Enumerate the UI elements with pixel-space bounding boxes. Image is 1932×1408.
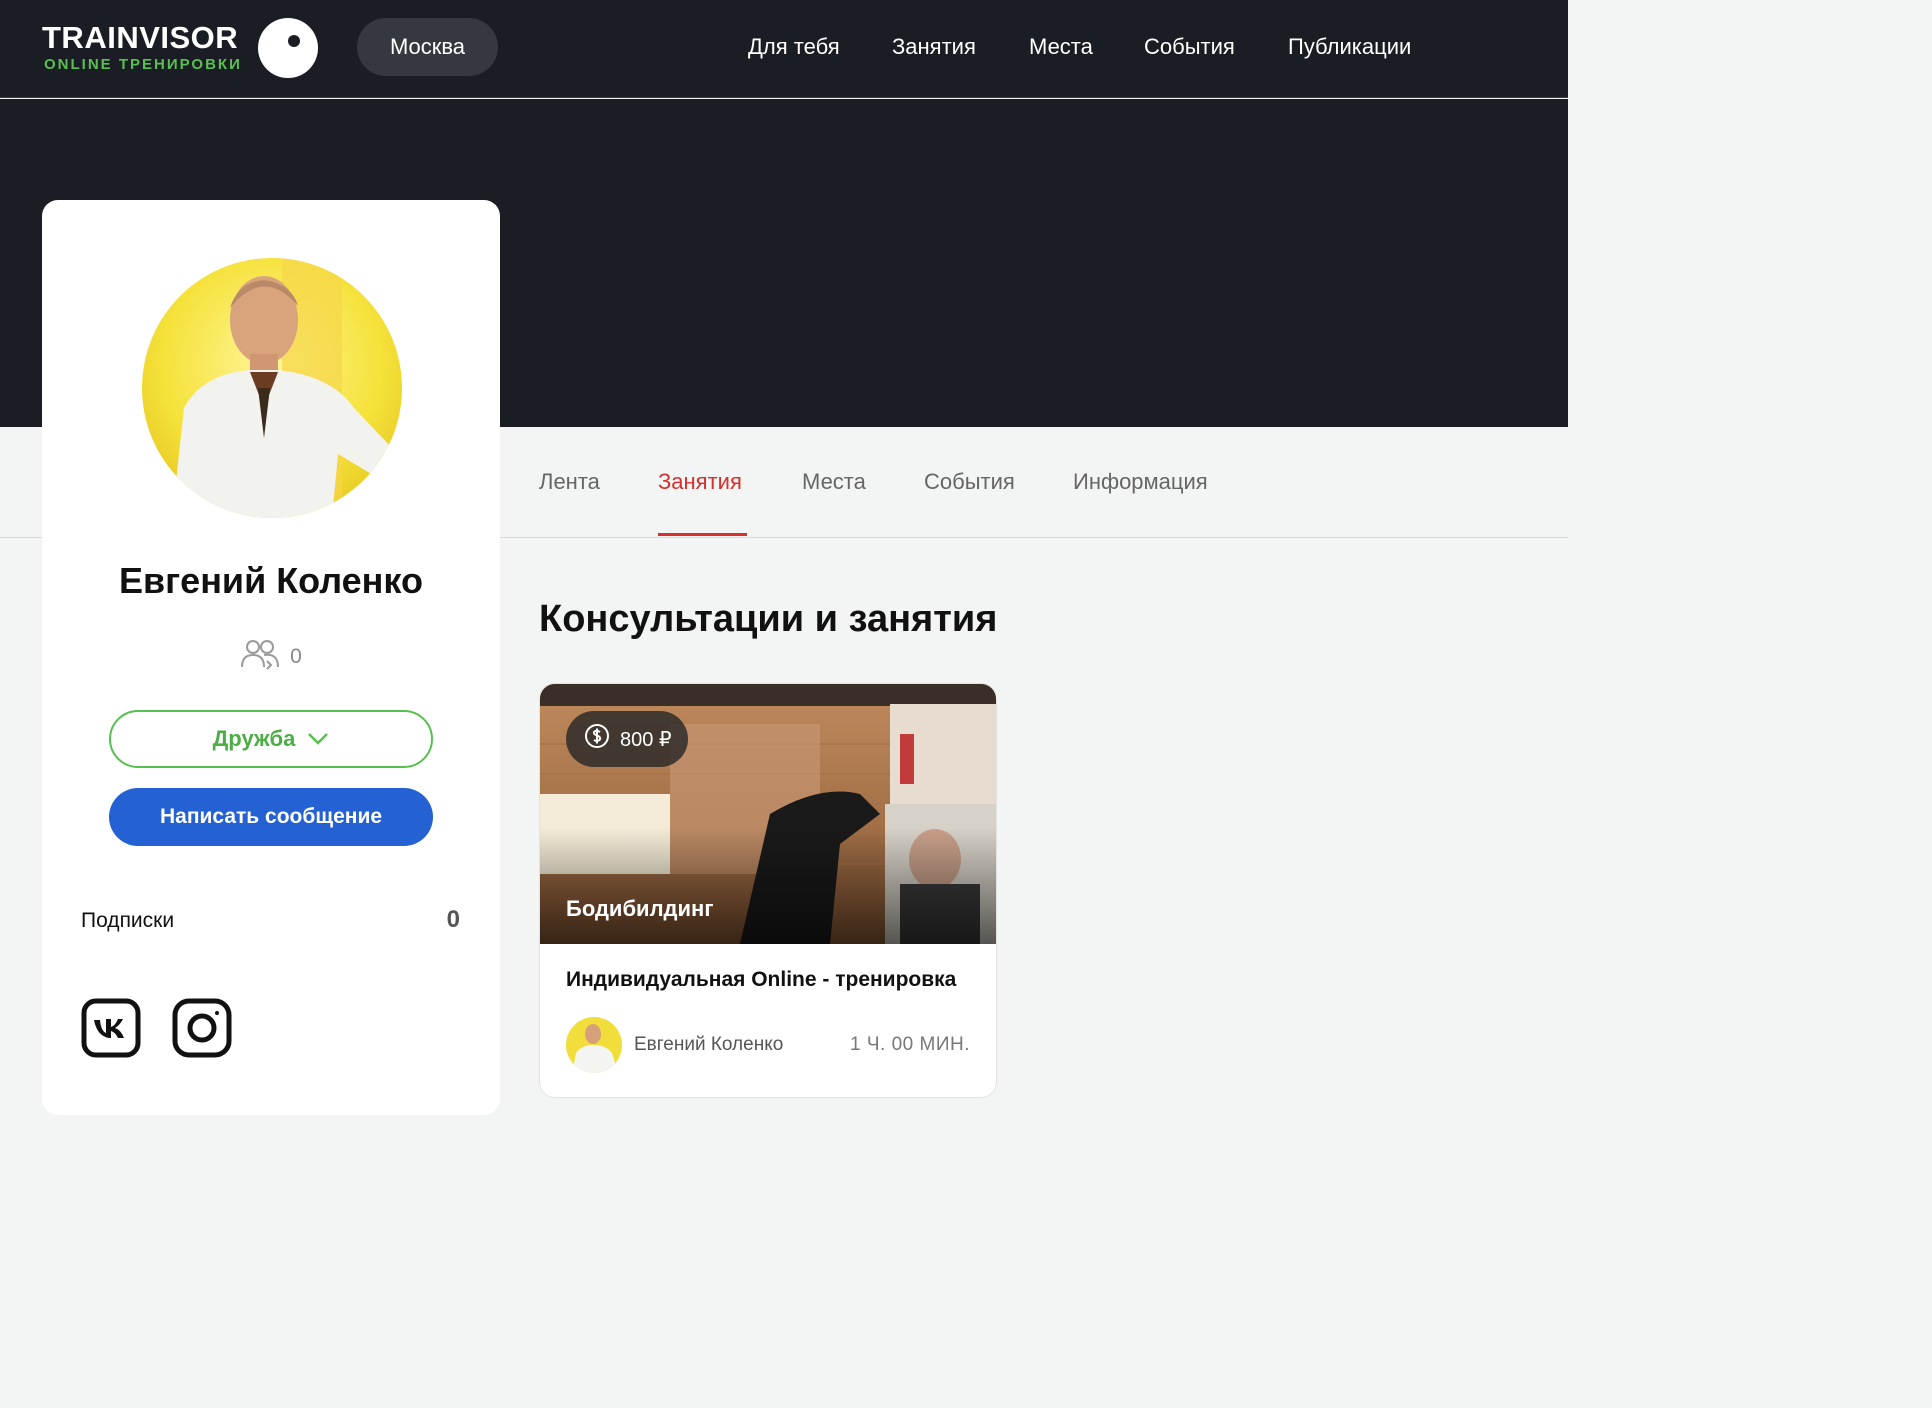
logo-title: TRAINVISOR xyxy=(42,20,239,55)
send-message-button[interactable]: Написать сообщение xyxy=(109,788,433,846)
active-tab-indicator xyxy=(658,533,747,536)
friendship-button-label: Дружба xyxy=(212,726,296,751)
nav-events[interactable]: События xyxy=(1144,34,1235,60)
instagram-icon[interactable] xyxy=(172,998,232,1058)
profile-name: Евгений Коленко xyxy=(119,560,423,601)
profile-card: Евгений Коленко 0 Дружба Написать сообще… xyxy=(42,200,500,1115)
nav-places[interactable]: Места xyxy=(1029,34,1093,60)
friends-counter[interactable]: 0 xyxy=(42,638,500,676)
profile-avatar xyxy=(142,258,402,518)
trainer-avatar xyxy=(566,1017,622,1073)
logo-subtitle: ONLINE ТРЕНИРОВКИ xyxy=(44,56,242,73)
class-card[interactable]: 800 ₽ Бодибилдинг Индивидуальная Online … xyxy=(539,683,997,1098)
subscriptions-label: Подписки xyxy=(81,909,175,932)
price-value: 800 ₽ xyxy=(620,728,672,751)
logo-eye-icon xyxy=(258,18,318,78)
section-title: Консультации и занятия xyxy=(539,598,998,640)
nav-for-you[interactable]: Для тебя xyxy=(748,34,840,60)
friends-icon xyxy=(240,638,280,676)
class-title[interactable]: Индивидуальная Online - тренировка xyxy=(566,968,956,992)
trainvisor-logo[interactable]: TRAINVISOR ONLINE ТРЕНИРОВКИ xyxy=(42,18,322,80)
chevron-down-icon xyxy=(307,726,329,752)
tab-feed[interactable]: Лента xyxy=(539,469,600,495)
tab-places[interactable]: Места xyxy=(802,469,866,495)
friendship-dropdown-button[interactable]: Дружба xyxy=(109,710,433,768)
vk-icon[interactable] xyxy=(81,998,141,1058)
sport-category-label: Бодибилдинг xyxy=(566,896,714,921)
dollar-circle-icon xyxy=(584,723,610,755)
tab-information[interactable]: Информация xyxy=(1073,469,1208,495)
class-duration: 1 Ч. 00 МИН. xyxy=(850,1034,970,1055)
tab-events[interactable]: События xyxy=(924,469,1015,495)
tab-classes[interactable]: Занятия xyxy=(658,469,742,495)
nav-publications[interactable]: Публикации xyxy=(1288,34,1411,60)
trainer-name[interactable]: Евгений Коленко xyxy=(634,1034,783,1056)
top-navigation-bar: TRAINVISOR ONLINE ТРЕНИРОВКИ Москва Для … xyxy=(0,0,1568,98)
city-selector-button[interactable]: Москва xyxy=(357,18,498,76)
price-badge: 800 ₽ xyxy=(566,711,688,767)
subscriptions-count[interactable]: 0 xyxy=(447,906,460,934)
friends-count: 0 xyxy=(290,645,302,668)
nav-classes[interactable]: Занятия xyxy=(892,34,976,60)
